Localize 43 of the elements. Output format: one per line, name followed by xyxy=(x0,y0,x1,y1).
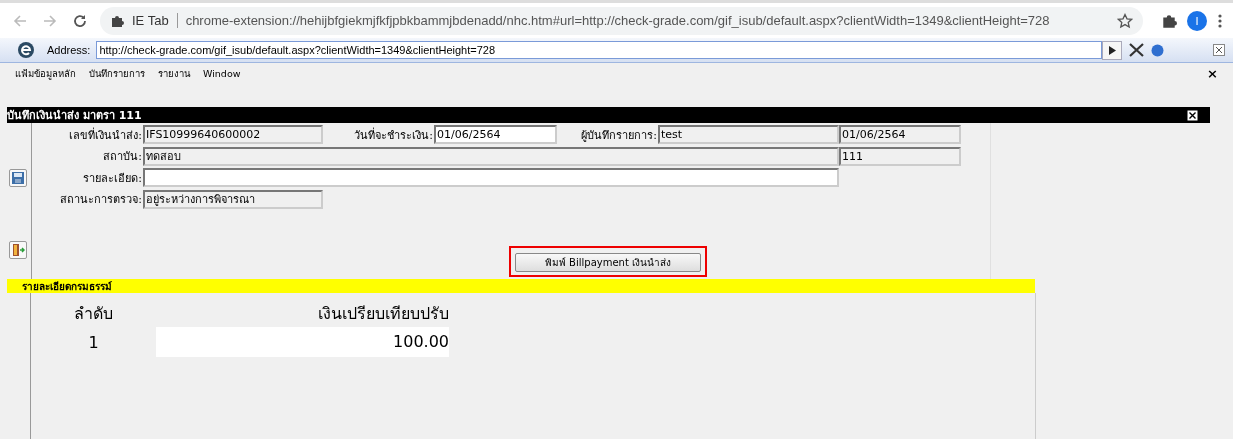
field-label: ผู้บันทึกรายการ: xyxy=(580,127,658,144)
field-label: รายละเอียด: xyxy=(82,170,143,187)
status-field: อยู่ระหว่างการพิจารณา xyxy=(143,189,323,209)
table-cell-text: 1 xyxy=(87,332,100,352)
institute-field: ทดสอบ xyxy=(143,146,839,166)
menu-item[interactable]: รายงาน xyxy=(158,65,190,81)
amount-cell: 100.00 xyxy=(156,327,449,357)
recorder-field: test xyxy=(658,125,839,145)
close-button[interactable]: × xyxy=(1207,65,1218,81)
save-icon[interactable] xyxy=(9,169,27,187)
url-bar[interactable]: IE Tab chrome-extension://hehijbfgiekmjfkfjpbkbammjbdenadd/nhc.htm#url=http://check-grade.com/gif_isub/default.aspx?clientWidth=1349&clientHeight=728 xyxy=(100,6,1143,35)
puzzle-icon xyxy=(110,13,124,28)
close-icon[interactable] xyxy=(1213,44,1225,56)
field-label: สถาบัน: xyxy=(102,149,143,166)
star-icon[interactable] xyxy=(1117,12,1133,29)
payment-date-field[interactable]: 01/06/2564 xyxy=(434,125,557,145)
detail-field[interactable] xyxy=(143,168,839,188)
play-icon xyxy=(1108,45,1117,55)
field-label: สถานะการตรวจ: xyxy=(59,192,143,209)
document-number-field: IFS10999640600002 xyxy=(143,125,323,145)
column-header: ลำดับ xyxy=(73,302,114,325)
field-label: วันที่จะชำระเงิน: xyxy=(353,126,434,144)
record-date-field: 01/06/2564 xyxy=(839,125,961,145)
field-label: เลขที่เงินนำส่ง: xyxy=(68,126,143,144)
exit-door-icon[interactable] xyxy=(9,241,27,259)
menu-item[interactable]: บันทึกรายการ xyxy=(89,65,145,81)
menu-item[interactable]: Window xyxy=(203,67,241,79)
print-billpayment-button[interactable]: พิมพ์ Billpayment เงินนำส่ง xyxy=(515,253,701,272)
address-label: Address: xyxy=(47,44,91,56)
puzzle-icon[interactable] xyxy=(1161,12,1177,29)
menu-item[interactable]: แฟ้มข้อมูลหลัก xyxy=(15,65,76,81)
ie-logo-icon xyxy=(17,41,35,59)
code-field: 111 xyxy=(839,146,961,166)
form-title: บันทึกเงินนำส่ง มาตรา 111 xyxy=(7,108,142,124)
close-icon[interactable] xyxy=(1187,109,1198,121)
avatar[interactable]: I xyxy=(1187,10,1207,31)
extension-chip: IE Tab xyxy=(132,13,178,28)
column-header: เงินเปรียบเทียบปรับ xyxy=(317,302,449,325)
url-text: chrome-extension://hehijbfgiekmjfkfjpbkbammjbdenadd/nhc.htm#url=http://check-grade.com/gif_isub/default.aspx?clientWidth=1349&clientHeight=728 xyxy=(185,13,1051,28)
go-button[interactable] xyxy=(1102,40,1123,60)
section-title: รายละเอียดกรมธรรม์ xyxy=(21,279,112,294)
menu-icon[interactable] xyxy=(1217,12,1223,29)
address-field[interactable]: http://check-grade.com/gif_isub/default.aspx?clientWidth=1349&clientHeight=728 xyxy=(96,41,1103,59)
